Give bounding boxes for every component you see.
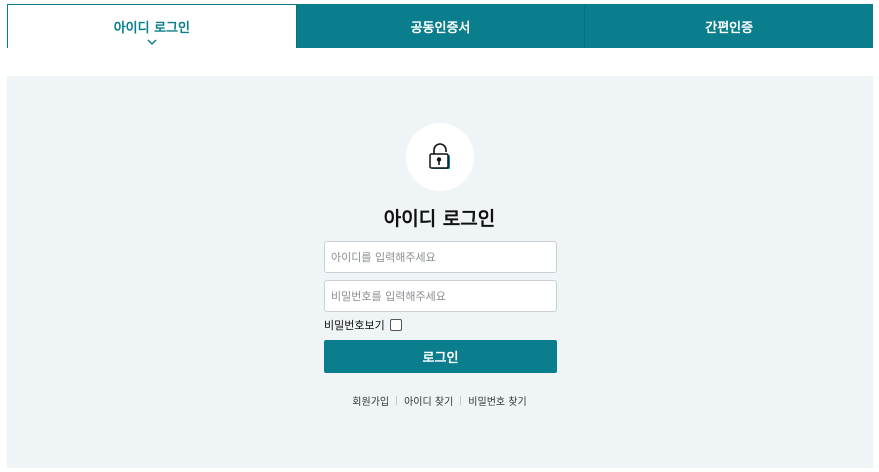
tab-id-login[interactable]: 아이디 로그인	[7, 4, 296, 48]
chevron-down-icon	[147, 39, 157, 45]
tab-label: 간편인증	[705, 20, 754, 36]
tab-certificate[interactable]: 공동인증서	[295, 4, 585, 48]
link-divider	[396, 396, 398, 405]
login-button[interactable]: 로그인	[324, 340, 557, 373]
account-links: 회원가입 아이디 찾기 비밀번호 찾기	[0, 393, 879, 408]
tab-label: 공동인증서	[410, 20, 471, 36]
page-title: 아이디 로그인	[383, 208, 496, 230]
find-password-link[interactable]: 비밀번호 찾기	[468, 393, 526, 408]
show-password-checkbox[interactable]	[389, 319, 402, 331]
show-password-label: 비밀번호보기	[324, 319, 385, 332]
link-divider	[460, 396, 462, 405]
signup-link[interactable]: 회원가입	[352, 393, 389, 408]
tab-label: 아이디 로그인	[113, 21, 190, 36]
login-method-tabs: 아이디 로그인 공동인증서 간편인증	[7, 4, 874, 48]
tab-simple-auth[interactable]: 간편인증	[584, 4, 874, 48]
lock-badge	[406, 123, 474, 191]
lock-icon	[429, 143, 450, 169]
id-input[interactable]	[324, 241, 557, 273]
find-id-link[interactable]: 아이디 찾기	[404, 393, 453, 408]
password-input[interactable]	[324, 280, 557, 312]
show-password-toggle: 비밀번호보기	[324, 317, 402, 333]
